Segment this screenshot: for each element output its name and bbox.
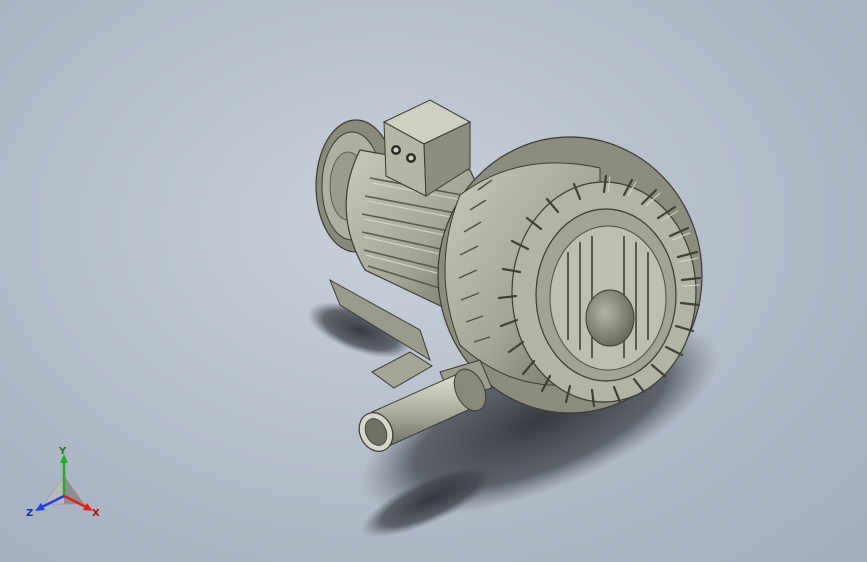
view-orientation-triad[interactable]: Y X Z bbox=[22, 446, 106, 526]
z-axis-label: Z bbox=[26, 508, 33, 519]
x-axis-label: X bbox=[92, 508, 100, 519]
graphics-viewport[interactable]: Y X Z bbox=[0, 0, 867, 562]
blower-3d-model[interactable] bbox=[0, 0, 867, 562]
y-axis-label: Y bbox=[58, 446, 67, 457]
